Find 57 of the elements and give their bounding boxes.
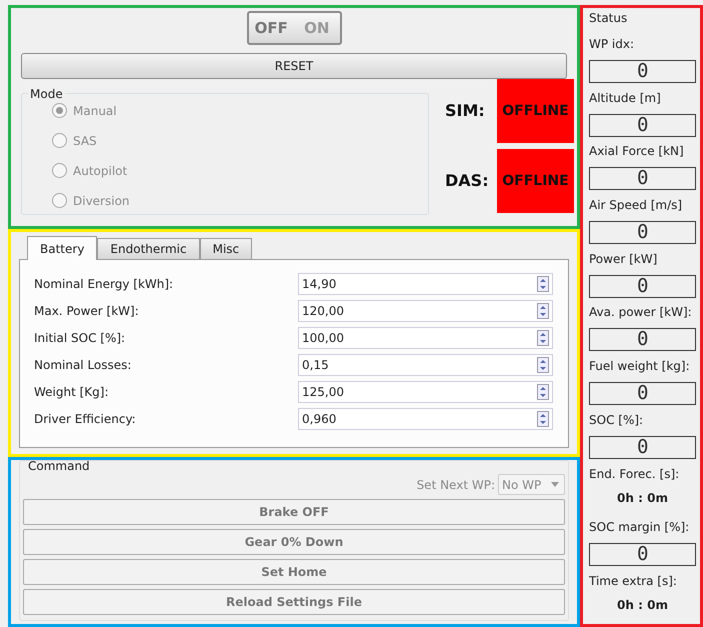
power-switch[interactable]: OFF ON <box>246 11 342 45</box>
status-label: SOC [%]: <box>589 412 644 429</box>
tab[interactable]: Misc <box>200 238 252 259</box>
command-button[interactable]: Reload Settings File <box>23 589 565 615</box>
command-title: Command <box>28 458 90 475</box>
reset-button[interactable]: RESET <box>21 53 567 79</box>
next-wp-label: Set Next WP: <box>416 476 495 494</box>
tab[interactable]: Endothermic <box>97 238 200 259</box>
lcd-display: 0 <box>589 328 696 352</box>
lcd-display: 0 <box>589 382 696 406</box>
field-label: Initial SOC [%]: <box>34 330 126 347</box>
status-label: Power [kW] <box>589 250 658 268</box>
spin-arrows-icon[interactable] <box>537 384 549 400</box>
lcd-display: 0 <box>589 543 696 566</box>
lcd-display: 0 <box>589 436 696 459</box>
time-value: 0h : 0m <box>616 596 669 614</box>
status-label: Air Speed [m/s] <box>589 197 684 214</box>
command-button[interactable]: Set Home <box>23 559 565 585</box>
spin-arrows-icon[interactable] <box>537 411 549 427</box>
caret-icon <box>551 482 559 487</box>
status-label: Ava. power [kW]: <box>589 304 693 322</box>
tab[interactable]: Battery <box>27 236 98 260</box>
spin-arrows-icon[interactable] <box>537 276 549 292</box>
status-label: WP idx: <box>589 36 636 53</box>
status-label: SOC margin [%]: <box>589 519 690 536</box>
spin-field[interactable]: 100,00 <box>298 327 553 349</box>
status-title: Status <box>589 10 628 27</box>
status-label: End. Forec. [s]: <box>589 466 680 482</box>
command-button[interactable]: Gear 0% Down <box>23 529 565 555</box>
command-button[interactable]: Brake OFF <box>23 499 565 525</box>
time-value: 0h : 0m <box>616 490 669 506</box>
spin-field[interactable]: 125,00 <box>298 381 553 403</box>
lcd-display: 0 <box>589 274 696 298</box>
spin-field[interactable]: 0,15 <box>298 354 553 376</box>
connection-label: DAS: <box>445 170 489 192</box>
spin-field[interactable]: 14,90 <box>298 273 553 295</box>
connection-label: SIM: <box>445 100 486 122</box>
field-label: Max. Power [kW]: <box>34 303 140 320</box>
lcd-display: 0 <box>589 221 696 244</box>
lcd-display: 0 <box>589 167 696 190</box>
status-indicator: OFFLINE <box>497 149 574 213</box>
field-label: Weight [Kg]: <box>34 384 110 401</box>
spin-arrows-icon[interactable] <box>537 357 549 373</box>
field-label: Nominal Losses: <box>34 357 132 374</box>
spin-field[interactable]: 0,960 <box>298 408 553 430</box>
lcd-display: 0 <box>589 114 696 137</box>
field-label: Driver Efficiency: <box>34 411 137 428</box>
spin-arrows-icon[interactable] <box>537 330 549 346</box>
field-label: Nominal Energy [kWh]: <box>34 276 174 293</box>
spin-field[interactable]: 120,00 <box>298 300 553 322</box>
status-indicator: OFFLINE <box>497 79 574 143</box>
status-label: Time extra [s]: <box>589 572 678 590</box>
spin-arrows-icon[interactable] <box>537 303 549 319</box>
status-label: Fuel weight [kg]: <box>589 358 691 376</box>
status-label: Axial Force [kN] <box>589 143 685 160</box>
lcd-display: 0 <box>589 60 696 83</box>
status-label: Altitude [m] <box>589 90 662 107</box>
